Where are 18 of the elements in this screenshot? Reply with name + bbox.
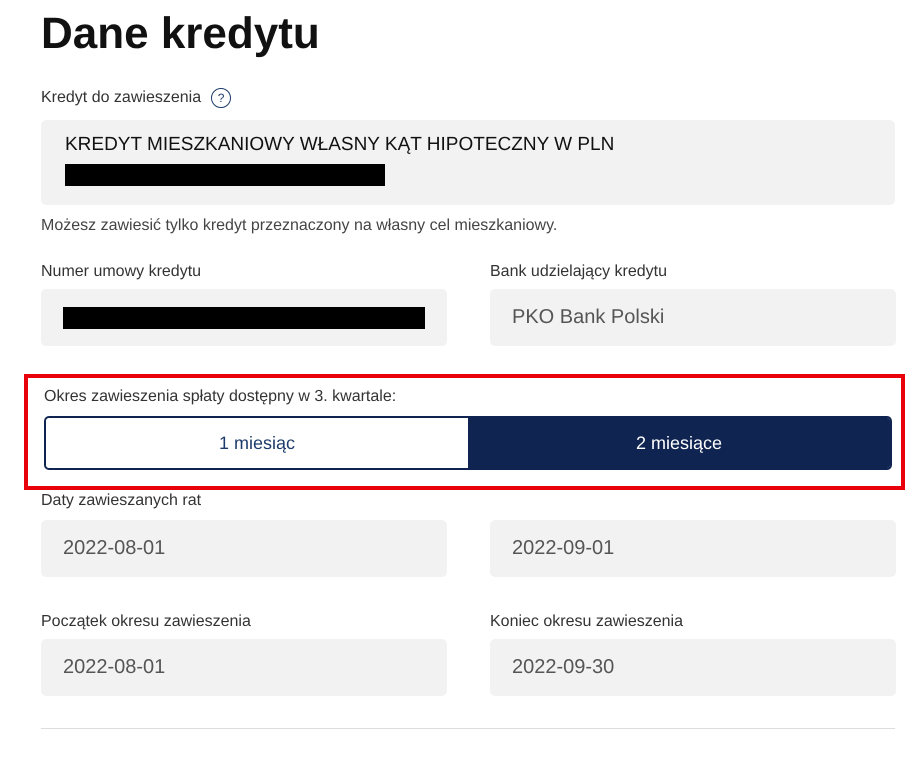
field-label: Numer umowy kredytu [41, 263, 202, 281]
field-label: Koniec okresu zawieszenia [490, 613, 684, 631]
help-note: Możesz zawiesić tylko kredyt przeznaczony na własny cel mieszkaniowy. [41, 217, 558, 235]
input-field[interactable]: 2022-09-30 [490, 639, 896, 696]
input-field[interactable]: 2022-08-01 [41, 639, 447, 696]
field-label: Bank udzielający kredytu [490, 263, 668, 281]
page-title: Dane kredytu [41, 8, 321, 60]
input-field[interactable]: PKO Bank Polski [490, 289, 896, 346]
help-icon[interactable]: ? [211, 88, 232, 108]
segment-button[interactable]: 2 miesiące [468, 418, 890, 468]
field-label: Początek okresu zawieszenia [41, 613, 252, 631]
input-field[interactable]: 2022-09-01 [490, 520, 896, 577]
field-label: Daty zawieszanych rat [41, 492, 202, 510]
loan-value: KREDYT MIESZKANIOWY WŁASNY KĄT HIPOTECZNY W PLN [65, 134, 616, 156]
input-field[interactable]: 2022-08-01 [41, 520, 447, 577]
field-label: Okres zawieszenia spłaty dostępny w 3. kwartale: [44, 388, 396, 405]
field-label: Kredyt do zawieszenia [41, 89, 202, 107]
input-field[interactable] [41, 289, 447, 346]
